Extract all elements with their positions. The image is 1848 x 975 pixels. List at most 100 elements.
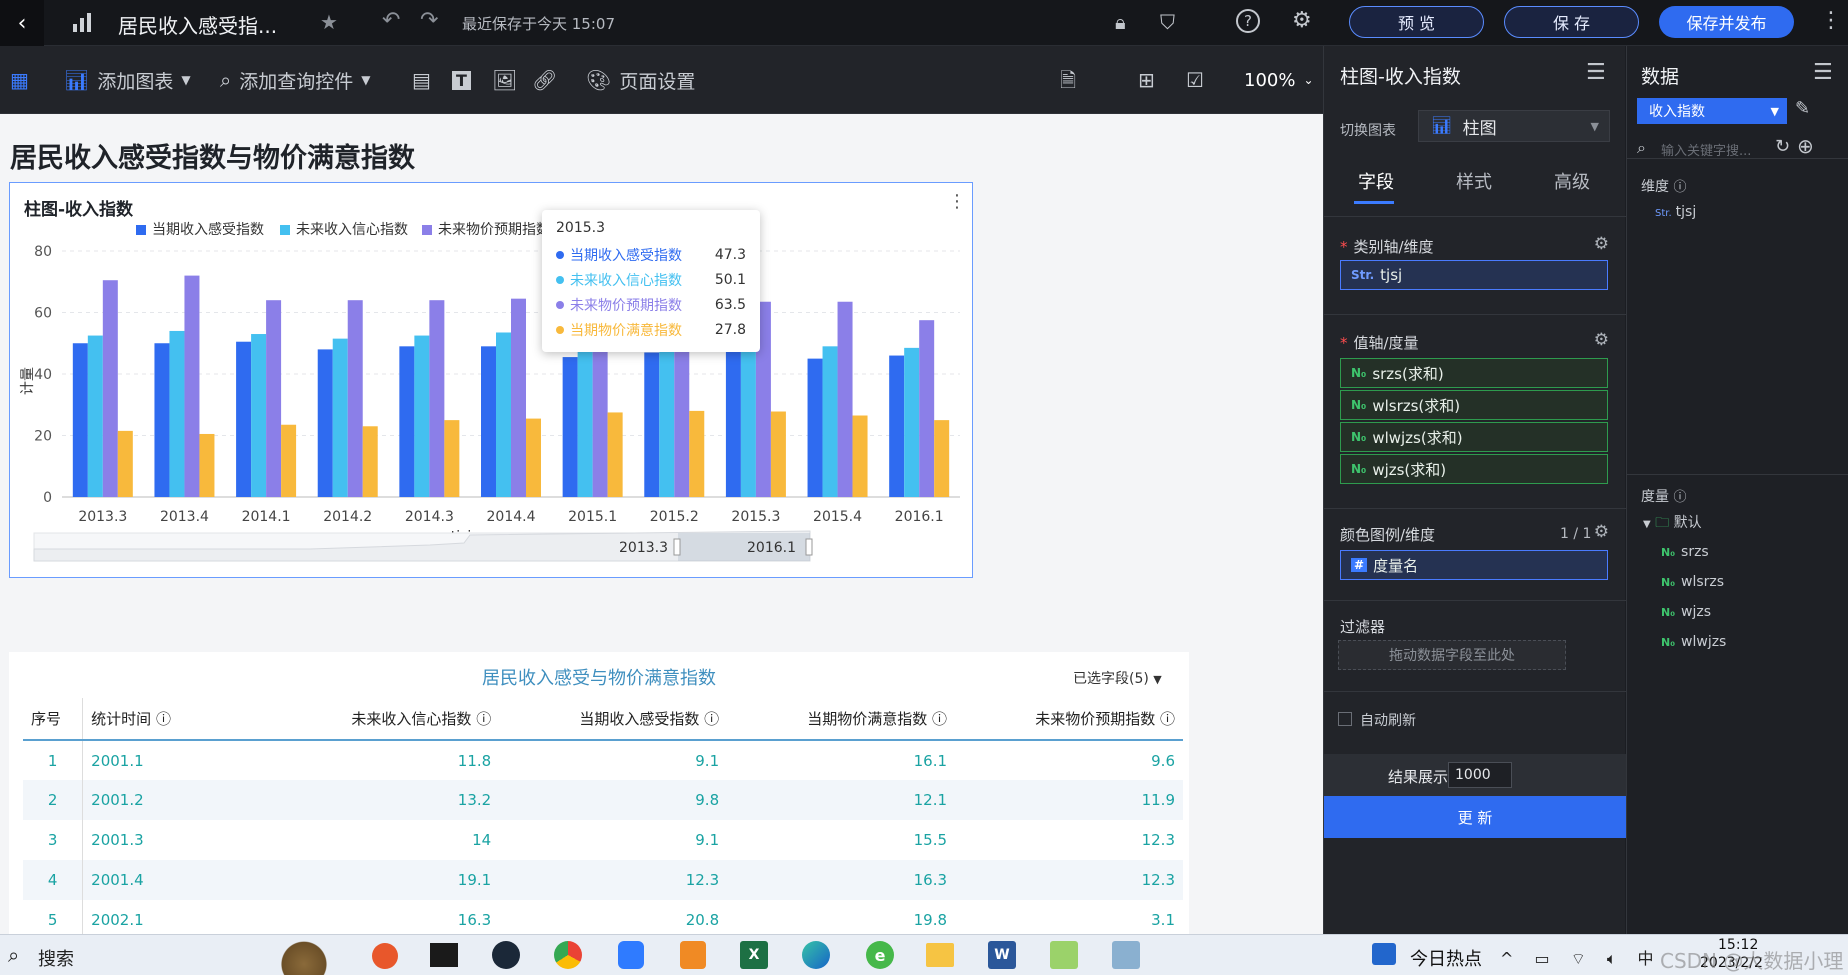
- edge-icon[interactable]: [802, 941, 830, 969]
- x-tick-label: 2015.1: [568, 509, 617, 525]
- auto-refresh-checkbox[interactable]: [1338, 712, 1352, 726]
- column-header[interactable]: 序号: [23, 698, 83, 741]
- gear-icon[interactable]: ⚙: [1594, 522, 1609, 542]
- grid-icon[interactable]: ▦: [10, 46, 29, 114]
- tray-icons[interactable]: ^ ▭ ⌔ 🔈︎ 中: [1500, 945, 1662, 969]
- page-settings-button[interactable]: 🎨︎ 页面设置: [586, 46, 695, 114]
- star-icon[interactable]: ★: [320, 10, 338, 34]
- tab-style[interactable]: 样式: [1456, 168, 1492, 194]
- x-tick-label: 2015.3: [731, 509, 780, 525]
- value-field[interactable]: N₀ srzs(求和): [1340, 358, 1608, 388]
- app-icon-1[interactable]: [372, 943, 398, 969]
- zoom-select[interactable]: 100% ⌄: [1244, 46, 1314, 114]
- layout-icon[interactable]: ▤: [412, 46, 431, 114]
- measure-field[interactable]: N₀ wjzs: [1661, 604, 1711, 620]
- word-icon[interactable]: W: [988, 941, 1016, 969]
- tab-fields[interactable]: 字段: [1358, 168, 1394, 194]
- search-icon[interactable]: ⌕: [8, 943, 19, 967]
- refresh-icon[interactable]: ↻: [1775, 136, 1790, 157]
- add-chart-button[interactable]: 📊︎ 添加图表 ▼: [64, 46, 191, 114]
- y-tick-label: 60: [34, 306, 52, 322]
- check-icon[interactable]: ☑: [1186, 46, 1204, 114]
- app-icon-3[interactable]: [1050, 941, 1078, 969]
- measure-field-name: srzs: [1681, 544, 1709, 560]
- folder-icon: 🗀: [1655, 515, 1670, 531]
- settings-icon[interactable]: ⚙: [1292, 8, 1312, 33]
- dashboard-title[interactable]: 居民收入感受指...: [118, 10, 277, 39]
- save-button[interactable]: 保 存: [1504, 6, 1639, 38]
- shield-icon[interactable]: ⛉: [1160, 10, 1175, 34]
- excel-icon[interactable]: X: [740, 941, 768, 969]
- sublime-icon[interactable]: [680, 941, 706, 969]
- steam-icon[interactable]: [492, 941, 520, 969]
- chart-tooltip: 2015.3 当期收入感受指数 47.3 未来收入信心指数 50.1 未来物价预期指数 6…: [542, 210, 760, 352]
- edit-icon[interactable]: ✎: [1795, 98, 1810, 119]
- chart-card[interactable]: 柱图-收入指数 ⋮ 当期收入感受指数未来收入信心指数未来物价预期指数当期物价满意…: [9, 182, 973, 578]
- column-header[interactable]: 未来收入信心指数 ⓘ: [271, 698, 500, 741]
- help-icon[interactable]: ?: [1236, 9, 1260, 33]
- update-button[interactable]: 更 新: [1324, 796, 1626, 838]
- bar-chart-icon: [72, 12, 94, 32]
- image-icon[interactable]: 🖼︎: [492, 46, 517, 114]
- selected-fields-button[interactable]: 已选字段(5) ▼: [1073, 668, 1162, 688]
- value-field[interactable]: N₀ wjzs(求和): [1340, 454, 1608, 484]
- measure-field[interactable]: N₀ wlwjzs: [1661, 634, 1726, 650]
- chart-more-icon[interactable]: ⋮: [948, 191, 966, 212]
- terminal-icon[interactable]: [430, 943, 458, 967]
- undo-icon[interactable]: ↶: [382, 8, 400, 33]
- color-field[interactable]: # 度量名: [1340, 550, 1608, 580]
- tab-advanced[interactable]: 高级: [1554, 168, 1590, 194]
- measure-field[interactable]: N₀ wlsrzs: [1661, 574, 1724, 590]
- chrome-icon[interactable]: [554, 941, 582, 969]
- column-header[interactable]: 当期收入感受指数 ⓘ: [499, 698, 728, 741]
- app-icon-4[interactable]: [1112, 941, 1140, 969]
- field-search-input[interactable]: 输入关键字搜...: [1661, 140, 1751, 159]
- result-input[interactable]: 1000: [1448, 762, 1512, 788]
- gear-icon[interactable]: ⚙: [1594, 330, 1609, 350]
- category-field[interactable]: Str. tjsj: [1340, 260, 1608, 290]
- table-cell: 14: [472, 831, 492, 849]
- chart-type-select[interactable]: 📊︎ 柱图 ▼: [1418, 110, 1610, 142]
- value-field[interactable]: N₀ wlwjzs(求和): [1340, 422, 1608, 452]
- table-card[interactable]: 居民收入感受与物价满意指数 已选字段(5) ▼ 序号 统计时间 ⓘ 未来收入信心指数…: [9, 652, 1189, 940]
- panel-menu-icon[interactable]: ☰: [1586, 60, 1606, 85]
- table-row[interactable]: 1 2001.1 11.8 9.1 16.1 9.6: [23, 740, 1183, 780]
- link-icon[interactable]: 🔗︎: [532, 46, 557, 114]
- lock-icon[interactable]: 🔒︎: [1115, 10, 1126, 34]
- table-row[interactable]: 2 2001.2 13.2 9.8 12.1 11.9: [23, 780, 1183, 820]
- dataset-select[interactable]: 收入指数 ▼: [1637, 98, 1787, 124]
- table-row[interactable]: 3 2001.3 14 9.1 15.5 12.3: [23, 820, 1183, 860]
- measure-folder[interactable]: ▼ 🗀 默认: [1643, 512, 1702, 536]
- preview-button[interactable]: 预 览: [1349, 6, 1484, 38]
- text-icon[interactable]: T: [452, 46, 471, 114]
- save-publish-button[interactable]: 保存并发布: [1659, 6, 1794, 38]
- add-query-button[interactable]: ⌕ 添加查询控件 ▼: [220, 46, 370, 114]
- column-header[interactable]: 当期物价满意指数 ⓘ: [727, 698, 956, 741]
- folder-icon[interactable]: [926, 943, 954, 967]
- tooltip-title: 2015.3: [556, 220, 605, 236]
- filter-dropzone[interactable]: 拖动数据字段至此处: [1338, 640, 1566, 670]
- app-icon-2[interactable]: [618, 941, 644, 969]
- hot-news[interactable]: 今日热点: [1410, 945, 1482, 971]
- ie-icon[interactable]: e: [866, 941, 894, 969]
- more-icon[interactable]: ⋮: [1820, 8, 1842, 33]
- value-field[interactable]: N₀ wlsrzs(求和): [1340, 390, 1608, 420]
- column-header[interactable]: 未来物价预期指数 ⓘ: [955, 698, 1183, 741]
- column-header[interactable]: 统计时间 ⓘ: [82, 698, 272, 741]
- bar: [496, 332, 511, 497]
- back-button[interactable]: ‹: [0, 0, 44, 46]
- measure-field[interactable]: N₀ srzs: [1661, 544, 1709, 560]
- news-icon[interactable]: [1372, 943, 1396, 965]
- table-cell: 1: [47, 751, 58, 770]
- bar: [889, 355, 905, 497]
- dimension-field[interactable]: Str. tjsj: [1655, 204, 1696, 220]
- table-row[interactable]: 4 2001.4 19.1 12.3 16.3 12.3: [23, 860, 1183, 900]
- add-icon[interactable]: ⊕: [1797, 134, 1814, 158]
- gear-icon[interactable]: ⚙: [1594, 234, 1609, 254]
- panel-menu-icon[interactable]: ☰: [1813, 60, 1833, 85]
- redo-icon[interactable]: ↷: [420, 8, 438, 33]
- taskbar-search[interactable]: 搜索: [38, 945, 74, 971]
- hierarchy-icon[interactable]: ⊞: [1138, 46, 1155, 114]
- toolbar: ▦ 📊︎ 添加图表 ▼ ⌕ 添加查询控件 ▼ ▤ T 🖼︎ 🔗︎ 🎨︎ 页面设置 🗎 ⊞ …: [0, 46, 1323, 114]
- report-icon[interactable]: 🗎: [1060, 46, 1076, 114]
